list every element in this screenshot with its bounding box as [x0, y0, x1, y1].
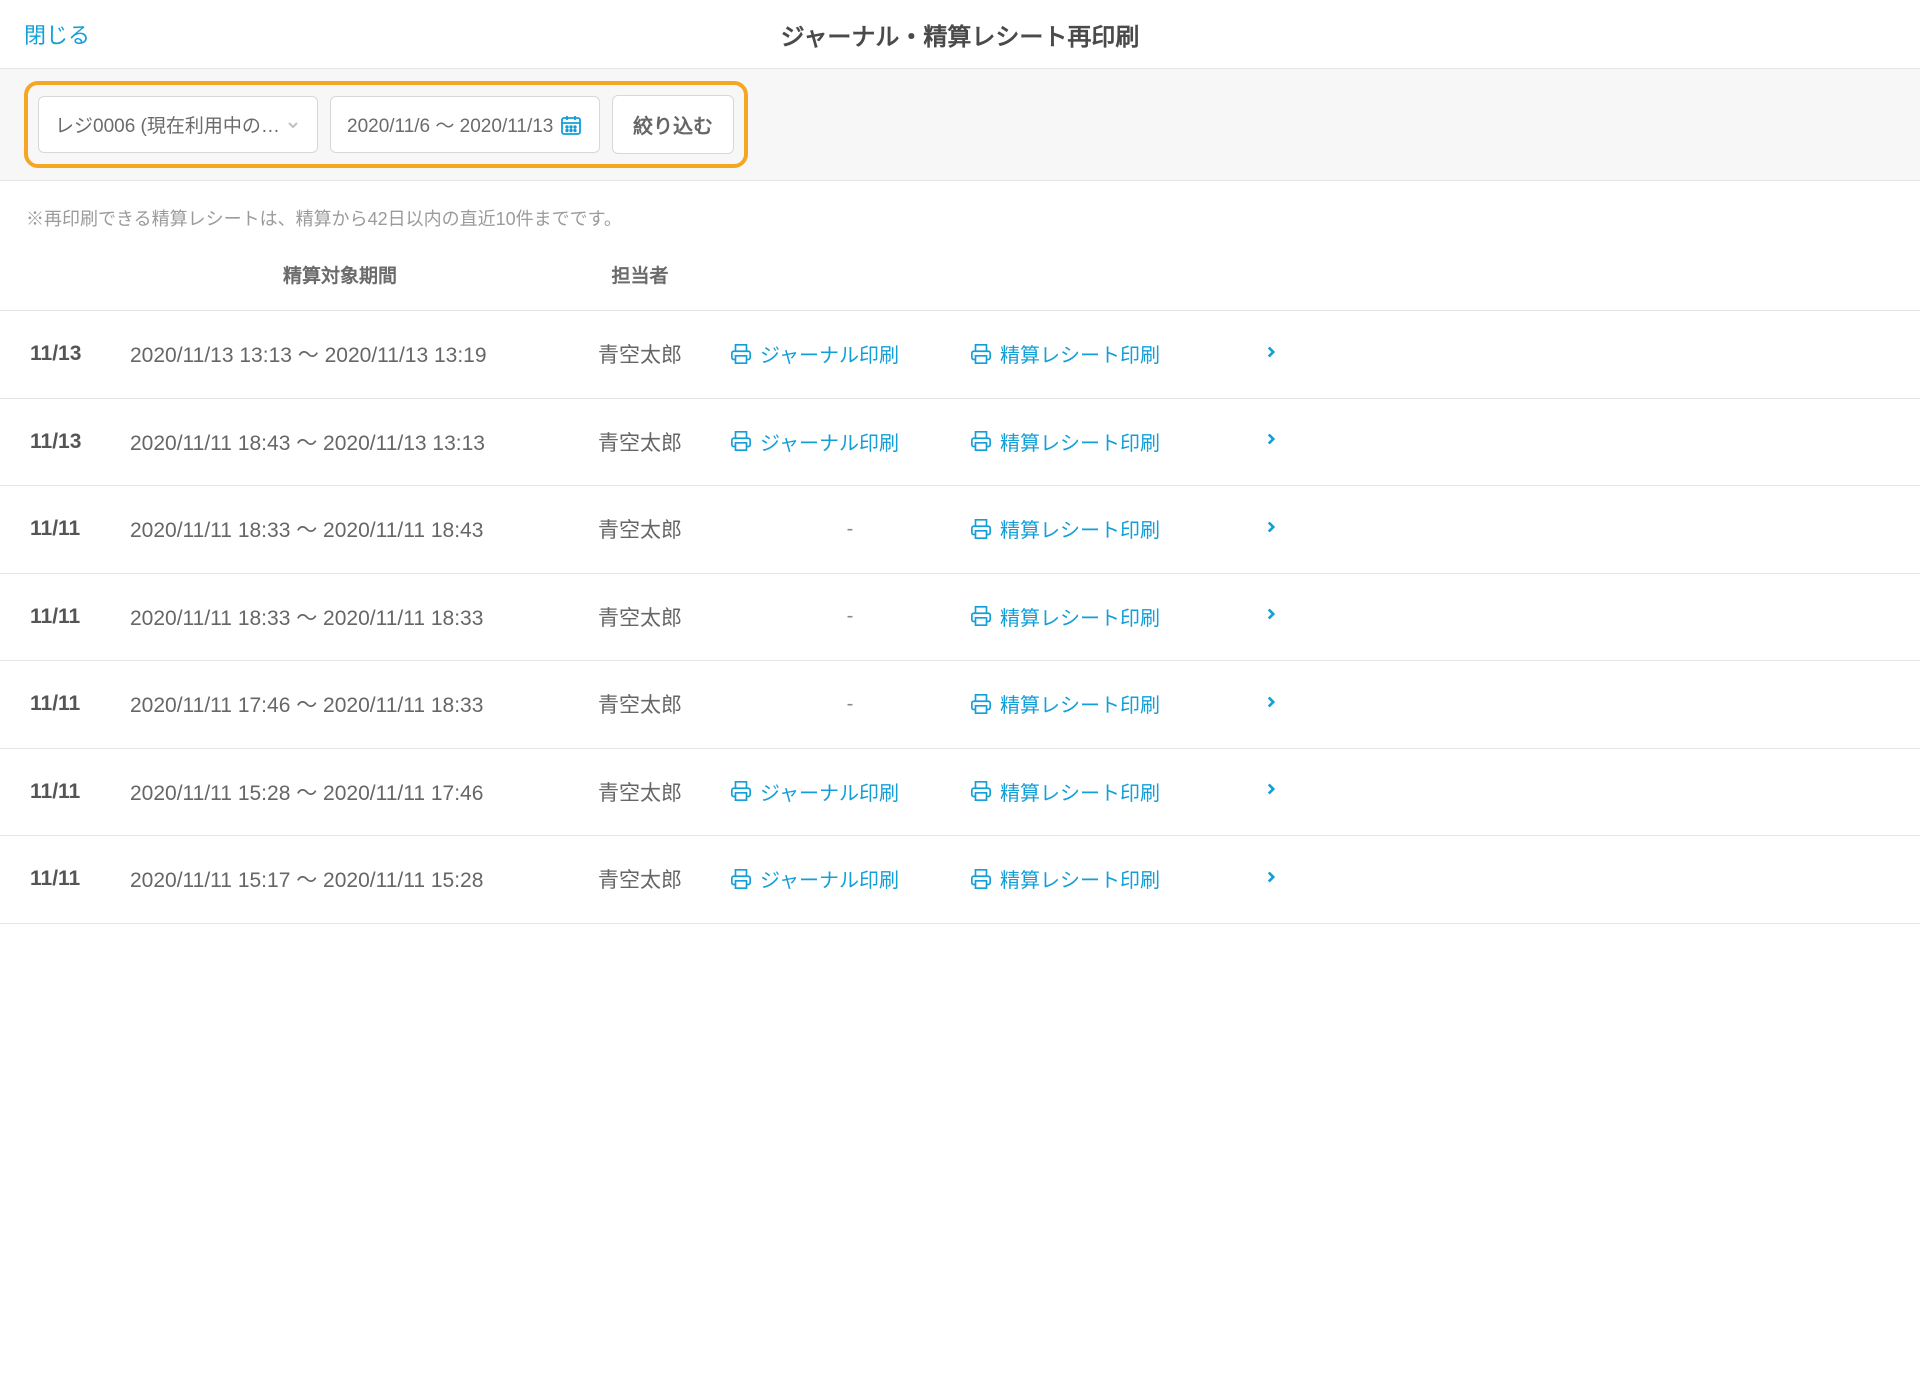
chevron-right-icon[interactable] — [1262, 780, 1280, 798]
row-period: 2020/11/11 18:33 〜 2020/11/11 18:33 — [130, 602, 550, 632]
table-row: 11/13 2020/11/11 18:43 〜 2020/11/13 13:1… — [0, 398, 1920, 486]
column-person: 担当者 — [550, 261, 730, 288]
journal-print-button[interactable]: ジャーナル印刷 — [730, 777, 899, 806]
chevron-down-icon — [285, 117, 301, 133]
receipt-print-button[interactable]: 精算レシート印刷 — [970, 689, 1160, 718]
row-person: 青空太郎 — [550, 514, 730, 544]
table-row: 11/11 2020/11/11 17:46 〜 2020/11/11 18:3… — [0, 660, 1920, 748]
register-dropdown[interactable]: レジ0006 (現在利用中の… — [38, 96, 318, 153]
journal-print-button[interactable]: ジャーナル印刷 — [730, 427, 899, 456]
chevron-right-icon[interactable] — [1262, 343, 1280, 361]
printer-icon — [970, 343, 992, 365]
row-period: 2020/11/11 15:17 〜 2020/11/11 15:28 — [130, 864, 550, 894]
printer-icon — [970, 693, 992, 715]
chevron-right-icon[interactable] — [1262, 430, 1280, 448]
row-date: 11/11 — [30, 780, 130, 804]
table-row: 11/11 2020/11/11 18:33 〜 2020/11/11 18:4… — [0, 485, 1920, 573]
filter-highlight: レジ0006 (現在利用中の… 2020/11/6 〜 2020/11/13 絞… — [24, 81, 748, 168]
printer-icon — [970, 605, 992, 627]
receipt-print-label: 精算レシート印刷 — [1000, 427, 1160, 456]
row-person: 青空太郎 — [550, 602, 730, 632]
receipt-print-label: 精算レシート印刷 — [1000, 689, 1160, 718]
column-period: 精算対象期間 — [130, 261, 550, 288]
printer-icon — [970, 430, 992, 452]
row-date: 11/11 — [30, 692, 130, 716]
journal-print-label: ジャーナル印刷 — [760, 777, 899, 806]
printer-icon — [730, 780, 752, 802]
journal-print-disabled: - — [730, 693, 970, 716]
chevron-right-icon[interactable] — [1262, 868, 1280, 886]
date-range-label: 2020/11/6 〜 2020/11/13 — [347, 111, 553, 138]
receipt-print-button[interactable]: 精算レシート印刷 — [970, 777, 1160, 806]
row-period: 2020/11/13 13:13 〜 2020/11/13 13:19 — [130, 339, 550, 369]
receipt-print-button[interactable]: 精算レシート印刷 — [970, 602, 1160, 631]
receipt-print-label: 精算レシート印刷 — [1000, 514, 1160, 543]
filter-bar: レジ0006 (現在利用中の… 2020/11/6 〜 2020/11/13 絞… — [0, 68, 1920, 181]
journal-print-label: ジャーナル印刷 — [760, 864, 899, 893]
printer-icon — [730, 343, 752, 365]
page-title: ジャーナル・精算レシート再印刷 — [781, 17, 1140, 52]
filter-apply-button[interactable]: 絞り込む — [612, 95, 734, 154]
journal-print-button[interactable]: ジャーナル印刷 — [730, 864, 899, 893]
calendar-icon — [559, 113, 583, 137]
receipt-print-label: 精算レシート印刷 — [1000, 777, 1160, 806]
receipt-print-button[interactable]: 精算レシート印刷 — [970, 514, 1160, 543]
receipt-print-label: 精算レシート印刷 — [1000, 602, 1160, 631]
row-person: 青空太郎 — [550, 777, 730, 807]
printer-icon — [970, 780, 992, 802]
journal-print-disabled: - — [730, 518, 970, 541]
row-date: 11/13 — [30, 430, 130, 454]
chevron-right-icon[interactable] — [1262, 605, 1280, 623]
row-date: 11/11 — [30, 517, 130, 541]
row-person: 青空太郎 — [550, 427, 730, 457]
date-range-field[interactable]: 2020/11/6 〜 2020/11/13 — [330, 96, 600, 153]
row-date: 11/11 — [30, 605, 130, 629]
header: 閉じる ジャーナル・精算レシート再印刷 — [0, 0, 1920, 68]
row-date: 11/11 — [30, 867, 130, 891]
printer-icon — [970, 868, 992, 890]
printer-icon — [730, 868, 752, 890]
table-row: 11/11 2020/11/11 18:33 〜 2020/11/11 18:3… — [0, 573, 1920, 661]
row-person: 青空太郎 — [550, 864, 730, 894]
row-person: 青空太郎 — [550, 689, 730, 719]
close-button[interactable]: 閉じる — [24, 18, 90, 50]
journal-print-label: ジャーナル印刷 — [760, 339, 899, 368]
table-header: 精算対象期間 担当者 — [0, 249, 1920, 310]
info-note: ※再印刷できる精算レシートは、精算から42日以内の直近10件までです。 — [0, 181, 1920, 249]
row-person: 青空太郎 — [550, 339, 730, 369]
row-date: 11/13 — [30, 342, 130, 366]
table-row: 11/11 2020/11/11 15:28 〜 2020/11/11 17:4… — [0, 748, 1920, 836]
receipt-print-button[interactable]: 精算レシート印刷 — [970, 339, 1160, 368]
row-period: 2020/11/11 15:28 〜 2020/11/11 17:46 — [130, 777, 550, 807]
table-row: 11/13 2020/11/13 13:13 〜 2020/11/13 13:1… — [0, 310, 1920, 398]
register-dropdown-label: レジ0006 (現在利用中の… — [55, 111, 280, 138]
receipt-print-label: 精算レシート印刷 — [1000, 864, 1160, 893]
receipt-print-label: 精算レシート印刷 — [1000, 339, 1160, 368]
table-row: 11/11 2020/11/11 15:17 〜 2020/11/11 15:2… — [0, 835, 1920, 924]
receipt-print-button[interactable]: 精算レシート印刷 — [970, 427, 1160, 456]
receipt-print-button[interactable]: 精算レシート印刷 — [970, 864, 1160, 893]
printer-icon — [970, 518, 992, 540]
receipt-table: 精算対象期間 担当者 11/13 2020/11/13 13:13 〜 2020… — [0, 249, 1920, 924]
chevron-right-icon[interactable] — [1262, 693, 1280, 711]
journal-print-button[interactable]: ジャーナル印刷 — [730, 339, 899, 368]
row-period: 2020/11/11 17:46 〜 2020/11/11 18:33 — [130, 689, 550, 719]
journal-print-label: ジャーナル印刷 — [760, 427, 899, 456]
row-period: 2020/11/11 18:33 〜 2020/11/11 18:43 — [130, 514, 550, 544]
printer-icon — [730, 430, 752, 452]
journal-print-disabled: - — [730, 605, 970, 628]
row-period: 2020/11/11 18:43 〜 2020/11/13 13:13 — [130, 427, 550, 457]
chevron-right-icon[interactable] — [1262, 518, 1280, 536]
